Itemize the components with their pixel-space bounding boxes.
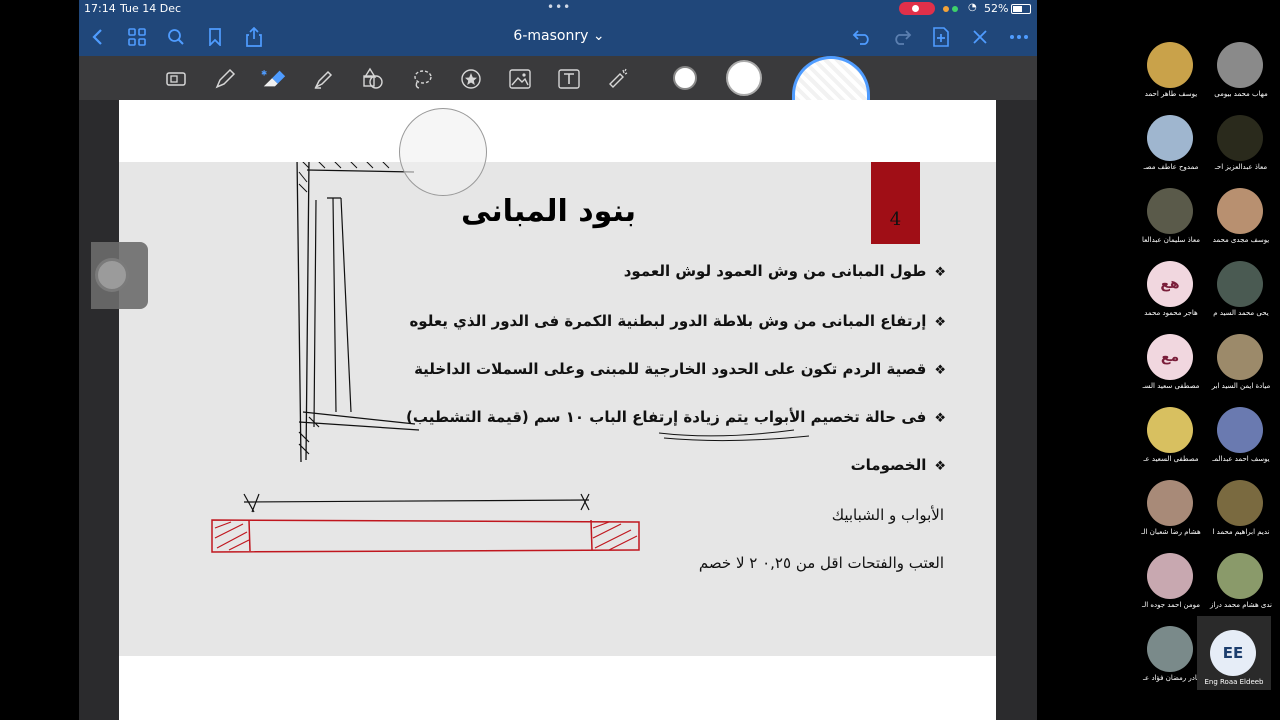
- mic-indicator-icon: [943, 6, 949, 12]
- image-icon[interactable]: [507, 66, 533, 92]
- bullet-item: ❖طول المبانى من وش العمود لوش العمود: [623, 262, 946, 280]
- slide-number: 4: [871, 162, 920, 244]
- close-icon[interactable]: [967, 24, 993, 50]
- participant-tile[interactable]: مهاب محمد بيومى: [1203, 0, 1279, 98]
- multitask-dots[interactable]: •••: [547, 0, 571, 14]
- more-icon[interactable]: [1006, 24, 1032, 50]
- share-icon[interactable]: [241, 24, 267, 50]
- screen: 17:14 Tue 14 Dec ••• ◔ 52% 6-masonry ⌄ ✱…: [0, 0, 1280, 720]
- self-participant-tile[interactable]: EE Eng Roaa Eldeeb: [1197, 616, 1271, 690]
- slide-text-line: العتب والفتحات اقل من ٠,٢٥ ٢ لا خصم: [698, 554, 944, 572]
- wifi-icon: ◔: [968, 2, 977, 13]
- sticker-icon[interactable]: [458, 66, 484, 92]
- document-title[interactable]: 6-masonry ⌄: [479, 28, 639, 44]
- shapes-icon[interactable]: [360, 66, 386, 92]
- search-icon[interactable]: [163, 24, 189, 50]
- participant-tile[interactable]: معاذ عبدالعزيز احـ: [1203, 73, 1279, 171]
- self-name: Eng Roaa Eldeeb: [1204, 678, 1264, 686]
- participant-tile[interactable]: هشام رضا شعبان الـ: [1133, 438, 1209, 536]
- add-page-icon[interactable]: [928, 24, 954, 50]
- slide-title: بنود المبانى: [461, 194, 636, 229]
- eraser-icon[interactable]: ✱: [261, 66, 287, 92]
- laser-pointer-icon[interactable]: [605, 66, 631, 92]
- navigation-bar: 6-masonry ⌄: [79, 18, 1037, 56]
- bullet-item: ❖الخصومات: [850, 456, 946, 474]
- undo-icon[interactable]: [849, 24, 875, 50]
- bullet-item: ❖قصية الردم تكون على الحدود الخارجية للم…: [414, 360, 946, 378]
- battery-percentage: 52%: [984, 2, 1009, 15]
- chevron-left-icon[interactable]: [84, 24, 110, 50]
- camera-indicator-icon: [952, 6, 958, 12]
- participant-tile[interactable]: يوسف طاهر احمد: [1133, 0, 1209, 98]
- participant-tile[interactable]: معاذ سليمان عبدالعا: [1133, 146, 1209, 244]
- bullet-item: ❖فى حالة تخصيم الأبواب يتم زيادة إرتفاع …: [405, 408, 946, 426]
- participant-tile[interactable]: ميادة ايمن السيد ابر: [1203, 292, 1279, 390]
- thumbnails-icon[interactable]: [124, 24, 150, 50]
- redo-icon[interactable]: [889, 24, 915, 50]
- date: Tue 14 Dec: [120, 2, 182, 15]
- battery-icon: [1011, 4, 1031, 14]
- participant-avatar: [1217, 553, 1263, 599]
- participant-tile[interactable]: يوسف مجدى محمد: [1203, 146, 1279, 244]
- participant-tile[interactable]: هع هاجر محمود محمد: [1133, 219, 1209, 317]
- participant-tile[interactable]: ندى هشام محمد دراز: [1203, 511, 1279, 609]
- status-bar: 17:14 Tue 14 Dec ••• ◔ 52%: [79, 0, 1037, 18]
- note-page[interactable]: 4 بنود المبانى ❖طول المبانى من وش العمود…: [119, 100, 996, 720]
- participant-tile[interactable]: مومن احمد جوده الـ: [1133, 511, 1209, 609]
- self-avatar: EE: [1210, 630, 1256, 676]
- svg-text:✱: ✱: [261, 68, 267, 77]
- slide-text-line: الأبواب و الشبابيك: [831, 506, 944, 524]
- zoom-window-icon[interactable]: [163, 66, 189, 92]
- participant-tile[interactable]: ممدوح عاطف مصـ: [1133, 73, 1209, 171]
- ipad-screen: 17:14 Tue 14 Dec ••• ◔ 52% 6-masonry ⌄ ✱…: [79, 0, 1037, 720]
- size-medium-swatch[interactable]: [726, 60, 762, 96]
- assistive-touch-button[interactable]: [95, 258, 129, 292]
- participant-avatar: [1147, 626, 1193, 672]
- slide: 4 بنود المبانى ❖طول المبانى من وش العمود…: [119, 162, 996, 656]
- text-icon[interactable]: [556, 66, 582, 92]
- eraser-cursor: [399, 108, 487, 196]
- bookmark-icon[interactable]: [202, 24, 228, 50]
- participant-tile[interactable]: مصطفى السعيد عـ: [1133, 365, 1209, 463]
- participant-tile[interactable]: يحى محمد السيد م: [1203, 219, 1279, 317]
- participants-panel: يوسف طاهر احمد مهاب محمد بيومى ممدوح عاطف …: [1127, 0, 1280, 720]
- lasso-icon[interactable]: [409, 66, 435, 92]
- participant-name: ندى هشام محمد دراز: [1210, 601, 1272, 609]
- bullet-item: ❖إرتفاع المبانى من وش بلاطة الدور لبطنية…: [409, 312, 946, 330]
- pen-icon[interactable]: [212, 66, 238, 92]
- screen-recording-icon: [899, 2, 935, 15]
- clock: 17:14: [84, 2, 116, 15]
- participant-tile[interactable]: يوسف احمد عبدالمـ: [1203, 365, 1279, 463]
- drawing-toolbar: ✱: [79, 56, 1037, 100]
- highlighter-icon[interactable]: [311, 66, 337, 92]
- participant-tile[interactable]: مع مصطفى سعيد السـ: [1133, 292, 1209, 390]
- size-large-swatch[interactable]: [792, 56, 870, 100]
- size-small-swatch[interactable]: [673, 66, 697, 90]
- participant-tile[interactable]: نديم ابراهيم محمد ا: [1203, 438, 1279, 536]
